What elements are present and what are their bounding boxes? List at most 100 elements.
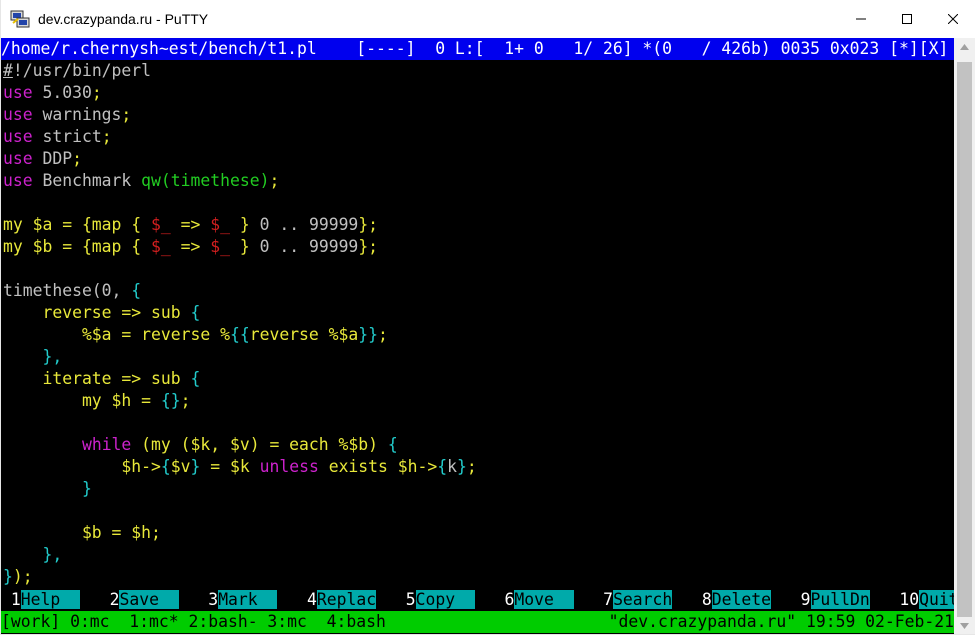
- code-line: #!/usr/bin/perl: [3, 60, 151, 82]
- code-token: }: [81, 479, 92, 498]
- fkey-label[interactable]: Copy: [415, 590, 475, 609]
- code-token: timethese(0,: [3, 281, 132, 300]
- code-token: 0 .. 99999: [259, 215, 359, 234]
- code-line: while (my ($k, $v) = each %$b) {: [3, 434, 398, 456]
- scroll-up-button[interactable]: [954, 38, 975, 55]
- code-token: iterate => sub: [3, 369, 191, 388]
- code-token: use: [3, 127, 33, 146]
- terminal-area[interactable]: /home/r.chernysh~est/bench/t1.pl [----] …: [1, 38, 954, 634]
- window-title: dev.crazypanda.ru - PuTTY: [38, 11, 209, 27]
- code-token: {{: [229, 325, 250, 344]
- code-token: (my ($k, $v) = each %$b): [131, 435, 388, 454]
- code-token: };: [358, 237, 379, 256]
- putty-window: dev.crazypanda.ru - PuTTY /home/r.cherny…: [0, 0, 975, 635]
- fkey-number: 2: [99, 590, 120, 609]
- maximize-button[interactable]: [884, 0, 930, 38]
- code-token: #: [3, 61, 13, 80]
- code-token: unless: [259, 457, 319, 476]
- fkey-number: 9: [790, 590, 811, 609]
- code-token: reverse %$a: [249, 325, 359, 344]
- code-token: k: [447, 457, 457, 476]
- code-line: my $b = {map { $_ => $_ } 0 .. 99999};: [3, 236, 378, 258]
- code-line: my $a = {map { $_ => $_ } 0 .. 99999};: [3, 214, 378, 236]
- minimize-button[interactable]: [838, 0, 884, 38]
- code-token: $_: [151, 237, 171, 256]
- code-token: }: [190, 457, 201, 476]
- code-token: ;: [269, 171, 280, 190]
- scrollbar[interactable]: [954, 38, 975, 634]
- code-token: warnings: [32, 105, 122, 124]
- code-line: use 5.030;: [3, 82, 102, 104]
- code-token: $_: [151, 215, 171, 234]
- code-token: use: [3, 83, 33, 102]
- code-token: 0 .. 99999: [259, 237, 359, 256]
- tmux-host-clock: "dev.crazypanda.ru" 19:59 02-Feb-21: [608, 612, 954, 631]
- fkey-label[interactable]: Mark: [218, 590, 278, 609]
- code-token: reverse => sub: [3, 303, 191, 322]
- code-token: strict: [32, 127, 102, 146]
- fkey-label[interactable]: PullDn: [810, 590, 870, 609]
- code-token: {}: [160, 391, 181, 410]
- code-token: $_: [210, 237, 231, 256]
- fkey-label[interactable]: Delete: [711, 590, 771, 609]
- code-token: },: [42, 347, 63, 366]
- code-token: my $h =: [3, 391, 161, 410]
- scroll-down-button[interactable]: [954, 617, 975, 634]
- fkey-label[interactable]: Quit: [919, 590, 954, 609]
- code-line: %$a = reverse %{{reverse %$a}};: [3, 324, 388, 346]
- code-token: {: [190, 369, 201, 388]
- code-token: $v: [170, 457, 191, 476]
- code-token: ;: [180, 391, 191, 410]
- code-token: {: [131, 281, 142, 300]
- code-token: }: [457, 457, 467, 476]
- fkey-number: 5: [395, 590, 416, 609]
- fkey-label[interactable]: Help: [20, 590, 80, 609]
- code-token: =>: [170, 215, 211, 234]
- fkey-label[interactable]: Replac: [316, 590, 377, 609]
- title-bar[interactable]: dev.crazypanda.ru - PuTTY: [1, 0, 975, 38]
- fkey-number: 6: [494, 590, 515, 609]
- code-token: $h->: [3, 457, 161, 476]
- code-token: Benchmark: [32, 171, 142, 190]
- fkey-number: 8: [692, 590, 712, 609]
- maximize-icon: [902, 14, 912, 24]
- code-line: },: [3, 346, 62, 368]
- code-token: my $b = {map {: [3, 237, 152, 256]
- code-token: };: [358, 215, 379, 234]
- putty-app-icon[interactable]: [10, 9, 30, 29]
- code-token: ;: [101, 127, 112, 146]
- code-line: my $h = {};: [3, 390, 191, 412]
- status-file-path: /home/r.chernysh~est/bench/t1.pl: [1, 39, 317, 58]
- scroll-thumb[interactable]: [957, 61, 972, 617]
- code-line: timethese(0, {: [3, 280, 141, 302]
- code-token: =>: [170, 237, 211, 256]
- code-token: },: [42, 545, 63, 564]
- code-token: {: [160, 457, 171, 476]
- code-line: });: [3, 566, 33, 588]
- code-token: %$a = reverse %: [3, 325, 230, 344]
- code-token: use: [3, 149, 33, 168]
- code-token: {: [190, 303, 201, 322]
- code-token: ;: [466, 457, 477, 476]
- code-token: DDP: [32, 149, 73, 168]
- code-line: iterate => sub {: [3, 368, 200, 390]
- fkey-label[interactable]: Move: [514, 590, 574, 609]
- fkey-number: 10: [889, 590, 920, 609]
- code-token: {: [387, 435, 398, 454]
- fkey-label[interactable]: Save: [119, 590, 179, 609]
- minimize-icon: [856, 18, 866, 20]
- code-token: my $a = {map {: [3, 215, 152, 234]
- code-token: }: [230, 237, 260, 256]
- code-token: 5.030: [32, 83, 92, 102]
- code-line: use Benchmark qw(timethese);: [3, 170, 279, 192]
- fkey-label[interactable]: Search: [613, 590, 673, 609]
- code-line: use warnings;: [3, 104, 131, 126]
- close-button[interactable]: [930, 0, 975, 38]
- code-token: use: [3, 105, 33, 124]
- code-token: {: [437, 457, 448, 476]
- scroll-up-icon: [960, 43, 969, 50]
